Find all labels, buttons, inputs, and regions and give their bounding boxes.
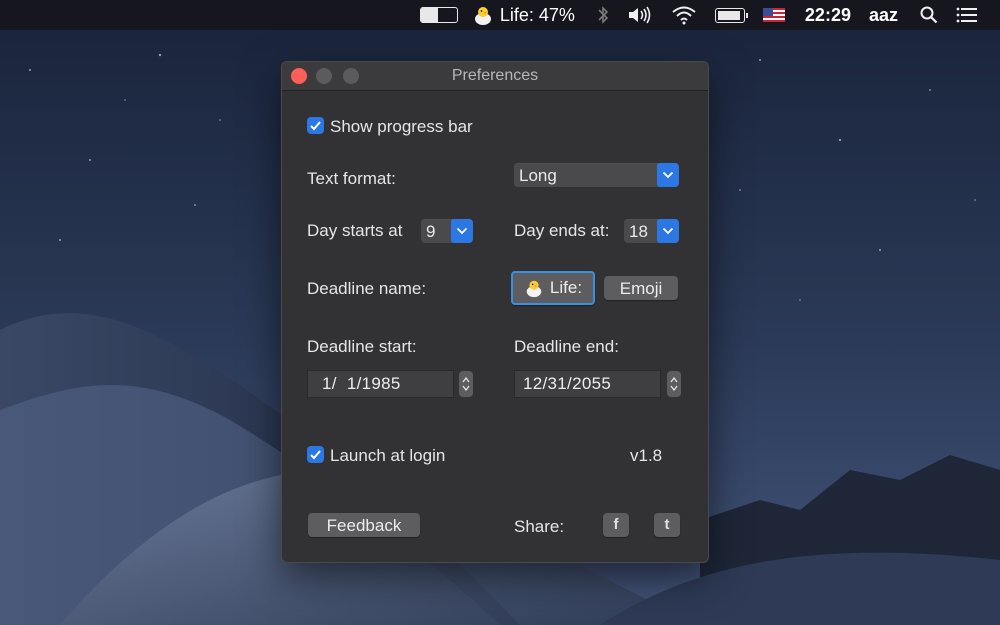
menu-bar: Life: 47% 22:29 aaz xyxy=(0,0,1000,30)
deadline-name-label: Deadline name: xyxy=(307,279,427,298)
deadline-start-stepper[interactable] xyxy=(459,371,473,397)
spotlight-search-icon[interactable] xyxy=(920,6,938,24)
deadline-end-date-field[interactable]: 12/31/2055 xyxy=(514,370,661,398)
zoom-button[interactable] xyxy=(343,68,359,84)
show-progress-bar-label[interactable]: Show progress bar xyxy=(330,117,473,137)
user-name[interactable]: aaz xyxy=(869,5,898,26)
life-status-text: Life: 47% xyxy=(499,4,575,25)
window-titlebar[interactable]: Preferences xyxy=(282,62,708,91)
clock[interactable]: 22:29 xyxy=(805,5,851,26)
version-label: v1.8 xyxy=(630,446,663,465)
share-label: Share: xyxy=(514,517,565,536)
stepper-arrows-icon xyxy=(462,376,470,392)
feedback-button[interactable]: Feedback xyxy=(308,513,420,537)
day-ends-select[interactable]: 18 xyxy=(624,219,679,243)
life-status-item[interactable]: Life: 47% xyxy=(472,4,575,26)
show-progress-bar-checkbox[interactable] xyxy=(307,117,324,134)
emoji-button[interactable]: Emoji xyxy=(604,276,678,300)
checkmark-icon xyxy=(310,450,321,460)
chevron-down-icon xyxy=(451,219,473,243)
desktop: Life: 47% 22:29 aaz Preferences Show pro… xyxy=(0,0,1000,625)
day-starts-label: Day starts at xyxy=(307,221,403,240)
minimize-button[interactable] xyxy=(316,68,332,84)
text-format-select[interactable]: Long xyxy=(514,163,679,187)
volume-icon[interactable] xyxy=(627,6,653,24)
deadline-start-label: Deadline start: xyxy=(307,337,417,356)
deadline-start-date-field[interactable]: 1/ 1/1985 xyxy=(307,370,454,398)
us-flag-icon[interactable] xyxy=(762,8,785,22)
progress-bar-icon[interactable] xyxy=(419,7,458,23)
chevron-down-icon xyxy=(657,163,679,187)
bluetooth-icon[interactable] xyxy=(597,5,609,25)
notification-center-icon[interactable] xyxy=(956,7,978,23)
launch-at-login-label[interactable]: Launch at login xyxy=(330,446,445,466)
window-title: Preferences xyxy=(451,67,539,84)
deadline-name-value: Life: xyxy=(549,278,583,297)
twitter-share-button[interactable]: t xyxy=(654,513,680,537)
stepper-arrows-icon xyxy=(670,376,678,392)
deadline-end-stepper[interactable] xyxy=(667,371,681,397)
day-starts-value: 9 xyxy=(426,222,436,241)
close-button[interactable] xyxy=(291,68,307,84)
battery-icon[interactable] xyxy=(714,7,748,23)
day-starts-select[interactable]: 9 xyxy=(421,219,473,243)
wifi-icon[interactable] xyxy=(671,5,697,25)
chick-emoji-icon xyxy=(474,7,491,25)
text-format-label: Text format: xyxy=(307,169,396,188)
day-ends-value: 18 xyxy=(629,222,648,241)
preferences-window: Preferences Show progress bar Text forma… xyxy=(281,61,709,563)
chevron-down-icon xyxy=(657,219,679,243)
launch-at-login-checkbox[interactable] xyxy=(307,446,324,463)
deadline-name-field[interactable]: Life: xyxy=(511,271,595,305)
deadline-end-label: Deadline end: xyxy=(514,337,619,356)
text-format-value: Long xyxy=(519,166,557,185)
facebook-share-button[interactable]: f xyxy=(603,513,629,537)
day-ends-label: Day ends at: xyxy=(514,221,610,240)
chick-emoji-icon xyxy=(526,280,542,298)
checkmark-icon xyxy=(310,121,321,131)
